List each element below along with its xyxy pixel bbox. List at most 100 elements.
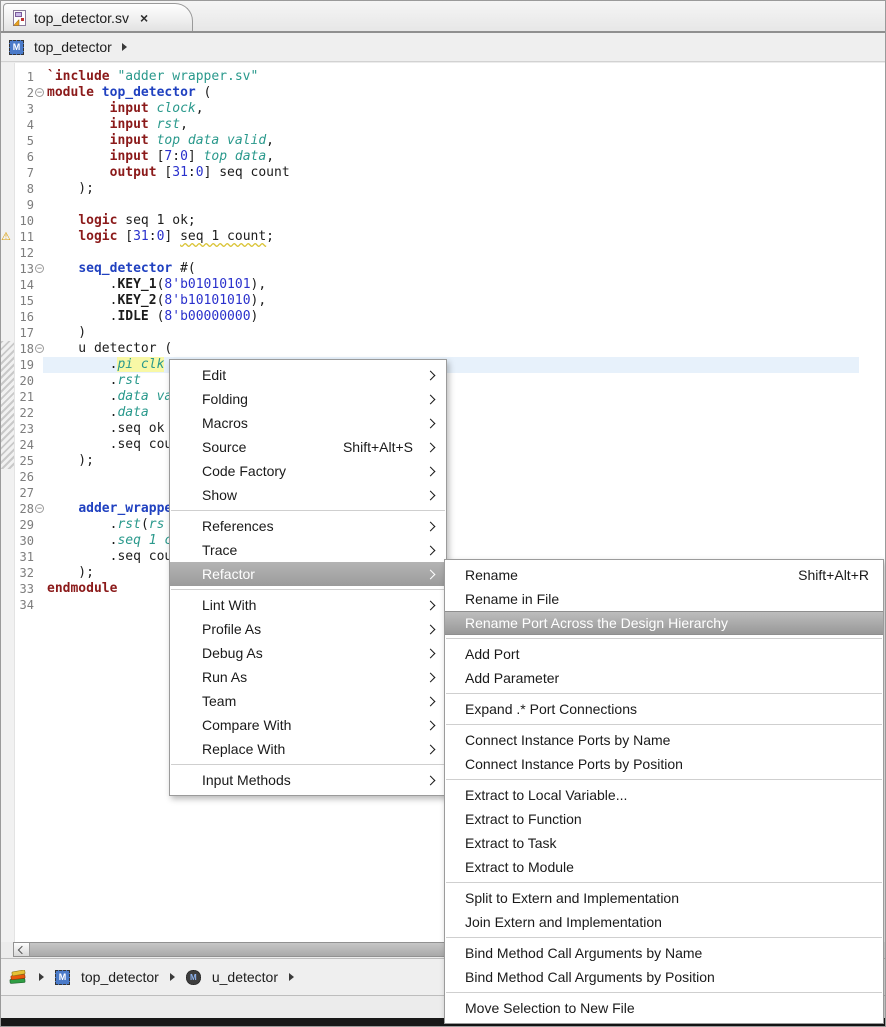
code-line[interactable]: .KEY_1(8'b01010101), xyxy=(47,277,859,293)
editor-tab[interactable]: top_detector.sv × xyxy=(3,3,193,31)
code-line[interactable]: seq_detector #( xyxy=(47,261,859,277)
menu-item-label: Source xyxy=(202,439,246,455)
line-number: 24 xyxy=(13,437,34,453)
submenu-arrow-icon xyxy=(426,648,436,658)
code-line[interactable]: output [31:0] seq count xyxy=(47,165,859,181)
code-line[interactable]: `include "adder wrapper.sv" xyxy=(47,69,859,85)
menu-item-edit[interactable]: Edit xyxy=(170,363,446,387)
menu-item-extract-to-task[interactable]: Extract to Task xyxy=(445,831,883,855)
menu-item-rename-in-file[interactable]: Rename in File xyxy=(445,587,883,611)
line-number: 8 xyxy=(13,181,34,197)
menu-item-profile-as[interactable]: Profile As xyxy=(170,617,446,641)
line-number: 6 xyxy=(13,149,34,165)
menu-item-extract-to-local-variable[interactable]: Extract to Local Variable... xyxy=(445,783,883,807)
menu-item-rename[interactable]: RenameShift+Alt+R xyxy=(445,563,883,587)
menu-item-label: Trace xyxy=(202,542,237,558)
code-line[interactable]: .pi clk xyxy=(43,357,859,373)
chevron-right-icon[interactable] xyxy=(289,973,294,981)
tab-bar: top_detector.sv × xyxy=(1,1,885,33)
breadcrumb-module[interactable]: top_detector xyxy=(34,39,112,55)
scroll-left-button[interactable] xyxy=(14,943,30,956)
menu-item-input-methods[interactable]: Input Methods xyxy=(170,768,446,792)
chevron-right-icon[interactable] xyxy=(122,43,127,51)
menu-item-extract-to-module[interactable]: Extract to Module xyxy=(445,855,883,879)
fold-minus-icon[interactable]: − xyxy=(35,344,44,353)
warning-icon[interactable]: ⚠ xyxy=(1,231,11,243)
menu-item-bind-method-call-arguments-by-name[interactable]: Bind Method Call Arguments by Name xyxy=(445,941,883,965)
line-number: 7 xyxy=(13,165,34,181)
code-line[interactable]: .KEY_2(8'b10101010), xyxy=(47,293,859,309)
menu-item-connect-instance-ports-by-position[interactable]: Connect Instance Ports by Position xyxy=(445,752,883,776)
menu-item-split-to-extern-and-implementation[interactable]: Split to Extern and Implementation xyxy=(445,886,883,910)
chevron-right-icon[interactable] xyxy=(39,973,44,981)
code-line[interactable]: input [7:0] top data, xyxy=(47,149,859,165)
line-number: 9 xyxy=(13,197,34,213)
menu-item-refactor[interactable]: Refactor xyxy=(170,562,446,586)
menu-item-bind-method-call-arguments-by-position[interactable]: Bind Method Call Arguments by Position xyxy=(445,965,883,989)
menu-item-connect-instance-ports-by-name[interactable]: Connect Instance Ports by Name xyxy=(445,728,883,752)
menu-item-label: Show xyxy=(202,487,237,503)
line-number: 18 xyxy=(13,341,34,357)
code-line[interactable] xyxy=(47,197,859,213)
menu-item-move-selection-to-new-file[interactable]: Move Selection to New File xyxy=(445,996,883,1020)
code-line[interactable]: ) xyxy=(47,325,859,341)
menu-item-debug-as[interactable]: Debug As xyxy=(170,641,446,665)
menu-item-trace[interactable]: Trace xyxy=(170,538,446,562)
code-line[interactable]: input rst, xyxy=(47,117,859,133)
menu-item-macros[interactable]: Macros xyxy=(170,411,446,435)
menu-item-add-parameter[interactable]: Add Parameter xyxy=(445,666,883,690)
library-icon[interactable] xyxy=(9,970,28,985)
menu-item-replace-with[interactable]: Replace With xyxy=(170,737,446,761)
chevron-right-icon[interactable] xyxy=(170,973,175,981)
menu-item-team[interactable]: Team xyxy=(170,689,446,713)
line-number: 28 xyxy=(13,501,34,517)
code-line[interactable]: logic [31:0] seq 1 count; xyxy=(47,229,859,245)
code-line[interactable]: module top_detector ( xyxy=(47,85,859,101)
fold-minus-icon[interactable]: − xyxy=(35,504,44,513)
menu-item-expand-port-connections[interactable]: Expand .* Port Connections xyxy=(445,697,883,721)
code-line[interactable]: logic seq 1 ok; xyxy=(47,213,859,229)
code-line[interactable]: ); xyxy=(47,181,859,197)
module-icon: M xyxy=(9,40,24,55)
menu-item-compare-with[interactable]: Compare With xyxy=(170,713,446,737)
menu-separator xyxy=(446,992,882,993)
context-menu: EditFoldingMacrosSourceShift+Alt+SCode F… xyxy=(169,359,447,796)
menu-separator xyxy=(446,638,882,639)
menu-item-folding[interactable]: Folding xyxy=(170,387,446,411)
menu-item-run-as[interactable]: Run As xyxy=(170,665,446,689)
menu-item-extract-to-function[interactable]: Extract to Function xyxy=(445,807,883,831)
line-number: 20 xyxy=(13,373,34,389)
line-number: 22 xyxy=(13,405,34,421)
code-line[interactable]: input clock, xyxy=(47,101,859,117)
menu-item-label: Connect Instance Ports by Name xyxy=(465,732,670,748)
close-icon[interactable]: × xyxy=(140,10,148,26)
menu-item-label: Replace With xyxy=(202,741,285,757)
menu-item-code-factory[interactable]: Code Factory xyxy=(170,459,446,483)
breadcrumb-item-top-detector[interactable]: top_detector xyxy=(81,969,159,985)
submenu-arrow-icon xyxy=(426,521,436,531)
menu-item-label: Expand .* Port Connections xyxy=(465,701,637,717)
module-icon: M xyxy=(55,970,70,985)
code-line[interactable]: input top data valid, xyxy=(47,133,859,149)
menu-item-references[interactable]: References xyxy=(170,514,446,538)
breadcrumb-item-u-detector[interactable]: u_detector xyxy=(212,969,278,985)
submenu-arrow-icon xyxy=(426,442,436,452)
menu-item-label: Profile As xyxy=(202,621,261,637)
submenu-arrow-icon xyxy=(426,545,436,555)
menu-separator xyxy=(446,779,882,780)
menu-separator xyxy=(446,724,882,725)
line-number: 11 xyxy=(13,229,34,245)
code-line[interactable]: .IDLE (8'b00000000) xyxy=(47,309,859,325)
menu-item-add-port[interactable]: Add Port xyxy=(445,642,883,666)
menu-item-join-extern-and-implementation[interactable]: Join Extern and Implementation xyxy=(445,910,883,934)
fold-minus-icon[interactable]: − xyxy=(35,264,44,273)
menu-separator xyxy=(171,764,445,765)
menu-item-source[interactable]: SourceShift+Alt+S xyxy=(170,435,446,459)
fold-minus-icon[interactable]: − xyxy=(35,88,44,97)
menu-item-rename-port-across-the-design-hierarchy[interactable]: Rename Port Across the Design Hierarchy xyxy=(445,611,883,635)
code-line[interactable]: u detector ( xyxy=(47,341,859,357)
code-line[interactable] xyxy=(47,245,859,261)
menu-item-lint-with[interactable]: Lint With xyxy=(170,593,446,617)
menu-item-show[interactable]: Show xyxy=(170,483,446,507)
menu-item-label: Compare With xyxy=(202,717,291,733)
